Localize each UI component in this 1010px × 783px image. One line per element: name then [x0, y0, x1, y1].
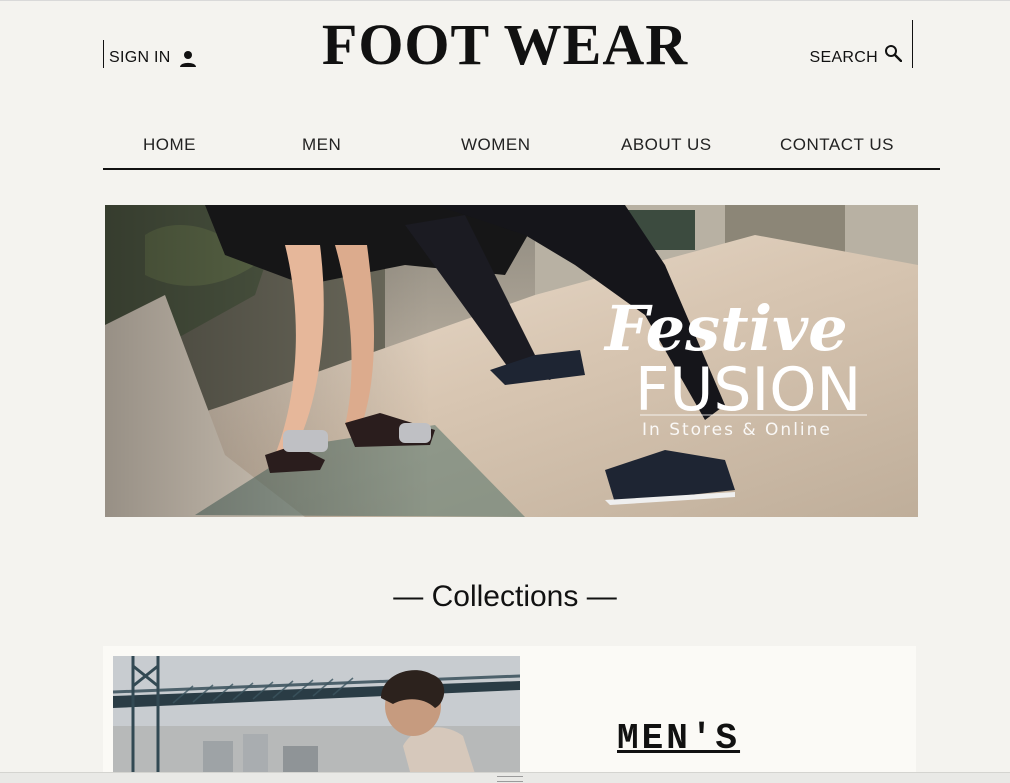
mens-collection-card[interactable]: MEN'S — [103, 646, 916, 783]
hero-banner[interactable]: Festive FUSION In Stores & Online — [105, 205, 918, 517]
mens-collection-photo — [113, 656, 520, 783]
nav-item-men[interactable]: MEN — [302, 135, 341, 155]
nav-item-about-us[interactable]: ABOUT US — [621, 135, 712, 155]
hero-banner-image: Festive FUSION In Stores & Online — [105, 205, 918, 517]
nav-item-women[interactable]: WOMEN — [461, 135, 531, 155]
search-icon — [884, 44, 902, 62]
main-navigation: HOME MEN WOMEN ABOUT US CONTACT US — [103, 128, 940, 170]
search-label: SEARCH — [809, 49, 878, 66]
nav-item-home[interactable]: HOME — [143, 135, 196, 155]
site-header: SIGN IN FOOT WEAR SEARCH — [0, 0, 1010, 100]
window-resize-bar[interactable] — [0, 772, 1010, 783]
resize-handle-icon[interactable] — [497, 776, 523, 782]
banner-tagline: In Stores & Online — [642, 420, 832, 440]
collections-heading: — Collections — — [393, 580, 617, 613]
search-link[interactable]: SEARCH — [810, 20, 913, 68]
mens-collection-heading[interactable]: MEN'S — [617, 718, 740, 759]
nav-item-contact-us[interactable]: CONTACT US — [780, 135, 894, 155]
